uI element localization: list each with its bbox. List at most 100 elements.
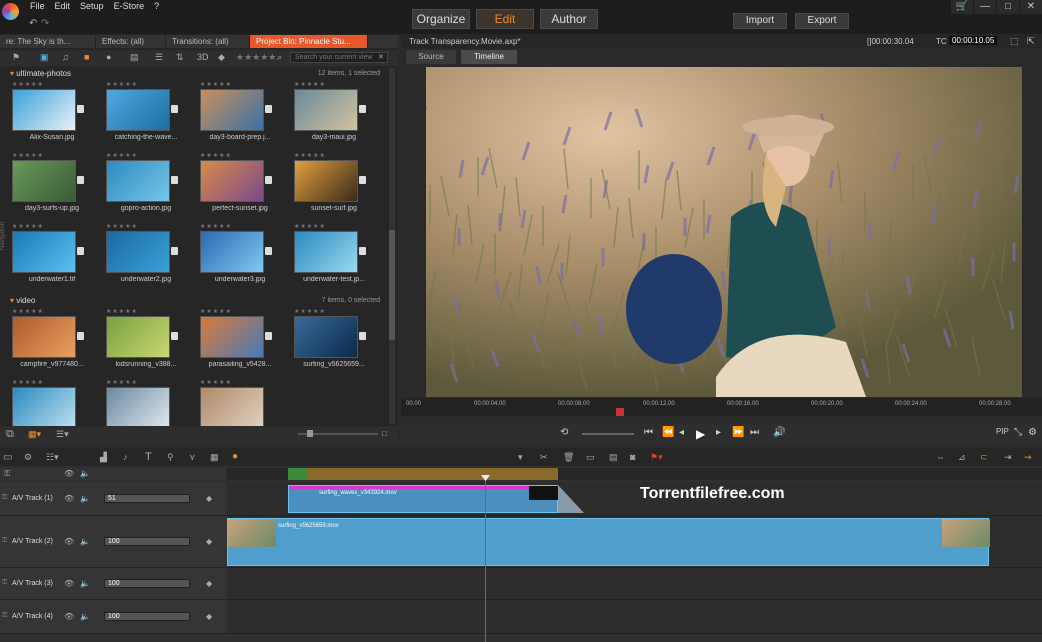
track-name[interactable]: A/V Track (2) (12, 538, 53, 545)
audio-mixer-icon[interactable]: ▟ (100, 452, 107, 463)
thumbnail-image[interactable] (12, 160, 84, 202)
player-scrubber[interactable] (616, 408, 624, 416)
menu-estore[interactable]: E-Store (114, 1, 145, 11)
track-lock-icon[interactable]: ⚿ (2, 494, 7, 502)
magnet-icon[interactable]: ⊂ (980, 452, 988, 463)
rating-stars[interactable]: ★★★★★ (12, 379, 92, 387)
tab-edit[interactable]: Edit (476, 9, 534, 29)
keyframe-icon[interactable]: ◆ (206, 612, 212, 621)
export-button[interactable]: Export (795, 13, 849, 29)
tab-timeline[interactable]: Timeline (461, 50, 517, 64)
media-item[interactable]: ★★★★★ Alix-Susan.jpg (12, 81, 92, 141)
pip-label[interactable]: PIP (996, 427, 1009, 436)
disc-icon[interactable]: ● (106, 52, 111, 62)
track-lane-3[interactable] (227, 568, 1042, 600)
tag-filter-icon[interactable]: ◆ (218, 52, 225, 63)
rating-stars[interactable]: ★★★★★ (12, 308, 92, 316)
marker-icon[interactable]: ▾ (518, 452, 523, 463)
media-item[interactable]: ★★★★★ underwater-test.jp... (294, 223, 374, 283)
track-lock-icon[interactable]: ⚿ (2, 612, 7, 620)
media-item[interactable]: ★★★★★ surfing_v5625659... (294, 308, 374, 368)
montage-icon[interactable]: ⋎ (189, 452, 196, 463)
maximize-icon[interactable]: □ (997, 0, 1019, 14)
photo-filter-icon[interactable]: ▣ (40, 52, 49, 63)
playhead[interactable] (485, 476, 486, 642)
track-name[interactable]: A/V Track (4) (12, 613, 53, 620)
clip-surfing-waves[interactable]: surfing_waves_v343924.mov (288, 485, 559, 513)
media-flag-icon[interactable] (265, 176, 272, 184)
rating-stars[interactable]: ★★★★★ (106, 379, 186, 387)
media-flag-icon[interactable] (359, 105, 366, 113)
track-header[interactable]: ⚿ A/V Track (4) 👁 🔈 100 ◆ (0, 600, 226, 634)
loop-icon[interactable]: ⟲ (560, 427, 568, 438)
snapshot-icon[interactable]: ▭ (586, 452, 595, 463)
rating-filter-icon[interactable]: ★★★★★ (236, 52, 276, 63)
media-flag-icon[interactable] (77, 105, 84, 113)
zoom-fit-icon[interactable]: ⇔ (936, 452, 945, 462)
track-visibility-icon[interactable]: 👁 (64, 579, 74, 588)
rating-stars[interactable]: ★★★★★ (12, 81, 92, 89)
media-item[interactable]: ★★★★★ day3-board-prep.j... (200, 81, 280, 141)
collapse-icon[interactable]: ▾ (10, 296, 14, 305)
detach-icon[interactable]: ⇱ (1027, 36, 1035, 47)
rating-stars[interactable]: ★★★★★ (200, 308, 280, 316)
media-item[interactable]: ★★★★★ underwater3.jpg (200, 223, 280, 283)
track-visibility-icon[interactable]: 👁 (64, 537, 74, 546)
delete-icon[interactable]: 🗑 (563, 452, 574, 463)
track-visibility-icon[interactable]: 👁 (64, 612, 74, 621)
thumbnail-image[interactable] (12, 231, 84, 273)
overwrite-icon[interactable]: ⇥ (1004, 452, 1012, 463)
rating-stars[interactable]: ★★★★★ (106, 223, 186, 231)
tag-icon[interactable]: ⚑ (12, 52, 20, 63)
media-item[interactable]: ★★★★★ (200, 379, 280, 426)
rating-stars[interactable]: ★★★★★ (200, 223, 280, 231)
film-icon[interactable]: ▤ (130, 52, 139, 63)
track-view-icon[interactable]: ☷▾ (46, 452, 59, 463)
lock-icon[interactable]: ⚿ (4, 469, 10, 479)
step-forward-icon[interactable]: ▸ (716, 427, 721, 438)
media-flag-icon[interactable] (265, 105, 272, 113)
folder-icon[interactable]: ■ (84, 52, 89, 62)
media-item[interactable]: ★★★★★ sunset-surf.jpg (294, 152, 374, 212)
rating-stars[interactable]: ★★★★★ (106, 308, 186, 316)
track-volume-slider[interactable]: 100 (104, 537, 190, 546)
tab-transitions[interactable]: Transitions: (all) (166, 35, 250, 48)
thumbnail-image[interactable] (12, 89, 84, 131)
timeline-menu-icon[interactable]: ▭ (3, 452, 12, 463)
section-header-video[interactable]: ▾ video 7 items, 0 selected (10, 296, 388, 306)
section-header-photos[interactable]: ▾ ultimate-photos 12 items, 1 selected (10, 69, 388, 79)
track-audio-icon[interactable]: 🔈 (80, 579, 90, 588)
media-flag-icon[interactable] (171, 332, 178, 340)
thumb-size-handle[interactable] (307, 430, 313, 437)
media-flag-icon[interactable] (77, 332, 84, 340)
razor-icon[interactable]: ✂ (540, 452, 548, 463)
rating-stars[interactable]: ★★★★★ (106, 81, 186, 89)
media-flag-icon[interactable] (77, 176, 84, 184)
menu-setup[interactable]: Setup (80, 1, 104, 11)
menu-file[interactable]: File (30, 1, 45, 11)
keyframe-icon[interactable]: ◆ (206, 579, 212, 588)
next-frame-icon[interactable]: ⏩ (732, 427, 744, 438)
eye-icon[interactable]: 👁 (64, 469, 74, 478)
media-flag-icon[interactable] (359, 332, 366, 340)
rating-stars[interactable]: ★★★★★ (106, 152, 186, 160)
thumbnail-image[interactable] (106, 160, 178, 202)
tab-project-bin[interactable]: Project Bin: Pinnacle Stu... (250, 35, 368, 48)
tab-the-sky[interactable]: re: The Sky is th... (0, 35, 96, 48)
camera-icon[interactable]: ◙ (630, 452, 635, 462)
trim-icon[interactable]: ⊿ (958, 452, 966, 463)
media-flag-icon[interactable] (359, 247, 366, 255)
media-item[interactable]: ★★★★★ perfect-sunset.jpg (200, 152, 280, 212)
thumbnail-image[interactable] (200, 316, 272, 358)
sort-icon[interactable]: ⇅ (176, 52, 184, 63)
list-view-icon[interactable]: ☰ (155, 52, 163, 63)
rating-stars[interactable]: ★★★★★ (294, 223, 374, 231)
track-lock-icon[interactable]: ⚿ (2, 537, 7, 545)
media-item[interactable]: ★★★★★ day3-maui.jpg (294, 81, 374, 141)
track-volume-slider[interactable]: 100 (104, 579, 190, 588)
timeline-in-marker[interactable] (288, 468, 308, 480)
import-button[interactable]: Import (733, 13, 787, 29)
tab-author[interactable]: Author (540, 9, 598, 29)
library-scroll-thumb[interactable] (389, 230, 395, 340)
media-item[interactable]: ★★★★★ catching-the-wave... (106, 81, 186, 141)
